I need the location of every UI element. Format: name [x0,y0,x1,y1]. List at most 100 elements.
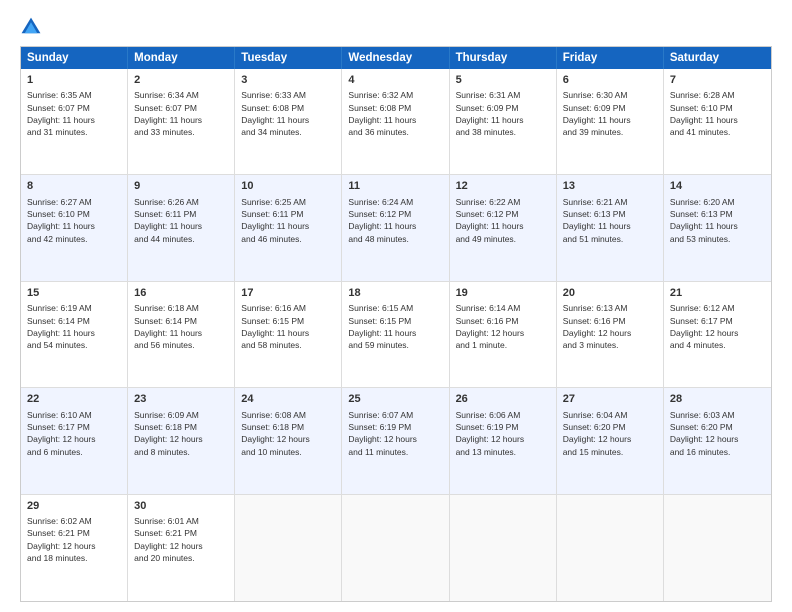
calendar-cell: 15Sunrise: 6:19 AM Sunset: 6:14 PM Dayli… [21,282,128,387]
calendar-cell: 11Sunrise: 6:24 AM Sunset: 6:12 PM Dayli… [342,175,449,280]
calendar-cell [235,495,342,601]
cell-text: Sunrise: 6:01 AM Sunset: 6:21 PM Dayligh… [134,515,228,564]
calendar-cell: 13Sunrise: 6:21 AM Sunset: 6:13 PM Dayli… [557,175,664,280]
calendar-cell: 19Sunrise: 6:14 AM Sunset: 6:16 PM Dayli… [450,282,557,387]
day-number: 10 [241,179,335,194]
cell-text: Sunrise: 6:09 AM Sunset: 6:18 PM Dayligh… [134,409,228,458]
calendar-header: SundayMondayTuesdayWednesdayThursdayFrid… [21,47,771,69]
header-cell-friday: Friday [557,47,664,69]
day-number: 2 [134,73,228,88]
day-number: 9 [134,179,228,194]
cell-text: Sunrise: 6:33 AM Sunset: 6:08 PM Dayligh… [241,89,335,138]
header-cell-thursday: Thursday [450,47,557,69]
cell-text: Sunrise: 6:22 AM Sunset: 6:12 PM Dayligh… [456,196,550,245]
day-number: 28 [670,392,765,407]
calendar-cell: 17Sunrise: 6:16 AM Sunset: 6:15 PM Dayli… [235,282,342,387]
calendar: SundayMondayTuesdayWednesdayThursdayFrid… [20,46,772,602]
header-cell-monday: Monday [128,47,235,69]
calendar-cell: 8Sunrise: 6:27 AM Sunset: 6:10 PM Daylig… [21,175,128,280]
header [20,16,772,38]
page: SundayMondayTuesdayWednesdayThursdayFrid… [0,0,792,612]
cell-text: Sunrise: 6:06 AM Sunset: 6:19 PM Dayligh… [456,409,550,458]
calendar-cell: 26 Sunrise: 6:06 AM Sunset: 6:19 PM Dayli… [450,388,557,493]
calendar-row-4: 22 Sunrise: 6:10 AM Sunset: 6:17 PM Dayli… [21,388,771,494]
calendar-row-5: 29Sunrise: 6:02 AM Sunset: 6:21 PM Dayli… [21,495,771,601]
day-number: 5 [456,73,550,88]
day-number: 1 [27,73,121,88]
calendar-cell [664,495,771,601]
cell-text: Sunrise: 6:18 AM Sunset: 6:14 PM Dayligh… [134,302,228,351]
day-number: 14 [670,179,765,194]
day-number: 15 [27,286,121,301]
cell-text: Sunrise: 6:19 AM Sunset: 6:14 PM Dayligh… [27,302,121,351]
cell-text: Sunrise: 6:28 AM Sunset: 6:10 PM Dayligh… [670,89,765,138]
calendar-cell: 12 Sunrise: 6:22 AM Sunset: 6:12 PM Dayli… [450,175,557,280]
day-number: 26 [456,392,550,407]
day-number: 18 [348,286,442,301]
cell-text: Sunrise: 6:12 AM Sunset: 6:17 PM Dayligh… [670,302,765,351]
calendar-cell [342,495,449,601]
calendar-cell: 7Sunrise: 6:28 AM Sunset: 6:10 PM Daylig… [664,69,771,174]
calendar-cell: 1Sunrise: 6:35 AM Sunset: 6:07 PM Daylig… [21,69,128,174]
day-number: 21 [670,286,765,301]
cell-text: Sunrise: 6:10 AM Sunset: 6:17 PM Dayligh… [27,409,121,458]
calendar-body: 1Sunrise: 6:35 AM Sunset: 6:07 PM Daylig… [21,69,771,601]
calendar-cell: 22 Sunrise: 6:10 AM Sunset: 6:17 PM Dayli… [21,388,128,493]
calendar-cell: 27 Sunrise: 6:04 AM Sunset: 6:20 PM Dayli… [557,388,664,493]
calendar-cell: 2Sunrise: 6:34 AM Sunset: 6:07 PM Daylig… [128,69,235,174]
cell-text: Sunrise: 6:08 AM Sunset: 6:18 PM Dayligh… [241,409,335,458]
day-number: 16 [134,286,228,301]
cell-text: Sunrise: 6:15 AM Sunset: 6:15 PM Dayligh… [348,302,442,351]
cell-text: Sunrise: 6:30 AM Sunset: 6:09 PM Dayligh… [563,89,657,138]
header-cell-tuesday: Tuesday [235,47,342,69]
cell-text: Sunrise: 6:20 AM Sunset: 6:13 PM Dayligh… [670,196,765,245]
calendar-cell: 14 Sunrise: 6:20 AM Sunset: 6:13 PM Dayli… [664,175,771,280]
day-number: 22 [27,392,121,407]
cell-text: Sunrise: 6:03 AM Sunset: 6:20 PM Dayligh… [670,409,765,458]
day-number: 8 [27,179,121,194]
calendar-cell: 29Sunrise: 6:02 AM Sunset: 6:21 PM Dayli… [21,495,128,601]
calendar-cell [450,495,557,601]
logo [20,16,44,38]
calendar-cell: 9 Sunrise: 6:26 AM Sunset: 6:11 PM Daylig… [128,175,235,280]
calendar-row-1: 1Sunrise: 6:35 AM Sunset: 6:07 PM Daylig… [21,69,771,175]
calendar-cell: 23Sunrise: 6:09 AM Sunset: 6:18 PM Dayli… [128,388,235,493]
day-number: 24 [241,392,335,407]
calendar-cell: 21Sunrise: 6:12 AM Sunset: 6:17 PM Dayli… [664,282,771,387]
cell-text: Sunrise: 6:24 AM Sunset: 6:12 PM Dayligh… [348,196,442,245]
day-number: 27 [563,392,657,407]
day-number: 25 [348,392,442,407]
calendar-cell: 4Sunrise: 6:32 AM Sunset: 6:08 PM Daylig… [342,69,449,174]
calendar-row-3: 15Sunrise: 6:19 AM Sunset: 6:14 PM Dayli… [21,282,771,388]
calendar-cell: 28 Sunrise: 6:03 AM Sunset: 6:20 PM Dayli… [664,388,771,493]
cell-text: Sunrise: 6:31 AM Sunset: 6:09 PM Dayligh… [456,89,550,138]
day-number: 7 [670,73,765,88]
calendar-cell: 18Sunrise: 6:15 AM Sunset: 6:15 PM Dayli… [342,282,449,387]
calendar-row-2: 8Sunrise: 6:27 AM Sunset: 6:10 PM Daylig… [21,175,771,281]
cell-text: Sunrise: 6:16 AM Sunset: 6:15 PM Dayligh… [241,302,335,351]
calendar-cell: 16Sunrise: 6:18 AM Sunset: 6:14 PM Dayli… [128,282,235,387]
cell-text: Sunrise: 6:02 AM Sunset: 6:21 PM Dayligh… [27,515,121,564]
calendar-cell [557,495,664,601]
day-number: 17 [241,286,335,301]
calendar-cell: 24 Sunrise: 6:08 AM Sunset: 6:18 PM Dayli… [235,388,342,493]
calendar-cell: 3Sunrise: 6:33 AM Sunset: 6:08 PM Daylig… [235,69,342,174]
cell-text: Sunrise: 6:26 AM Sunset: 6:11 PM Dayligh… [134,196,228,245]
calendar-cell: 10 Sunrise: 6:25 AM Sunset: 6:11 PM Dayli… [235,175,342,280]
cell-text: Sunrise: 6:13 AM Sunset: 6:16 PM Dayligh… [563,302,657,351]
cell-text: Sunrise: 6:04 AM Sunset: 6:20 PM Dayligh… [563,409,657,458]
day-number: 20 [563,286,657,301]
header-cell-wednesday: Wednesday [342,47,449,69]
cell-text: Sunrise: 6:32 AM Sunset: 6:08 PM Dayligh… [348,89,442,138]
header-cell-saturday: Saturday [664,47,771,69]
day-number: 6 [563,73,657,88]
header-cell-sunday: Sunday [21,47,128,69]
day-number: 29 [27,499,121,514]
cell-text: Sunrise: 6:14 AM Sunset: 6:16 PM Dayligh… [456,302,550,351]
day-number: 4 [348,73,442,88]
day-number: 13 [563,179,657,194]
day-number: 3 [241,73,335,88]
calendar-cell: 20Sunrise: 6:13 AM Sunset: 6:16 PM Dayli… [557,282,664,387]
day-number: 12 [456,179,550,194]
cell-text: Sunrise: 6:25 AM Sunset: 6:11 PM Dayligh… [241,196,335,245]
